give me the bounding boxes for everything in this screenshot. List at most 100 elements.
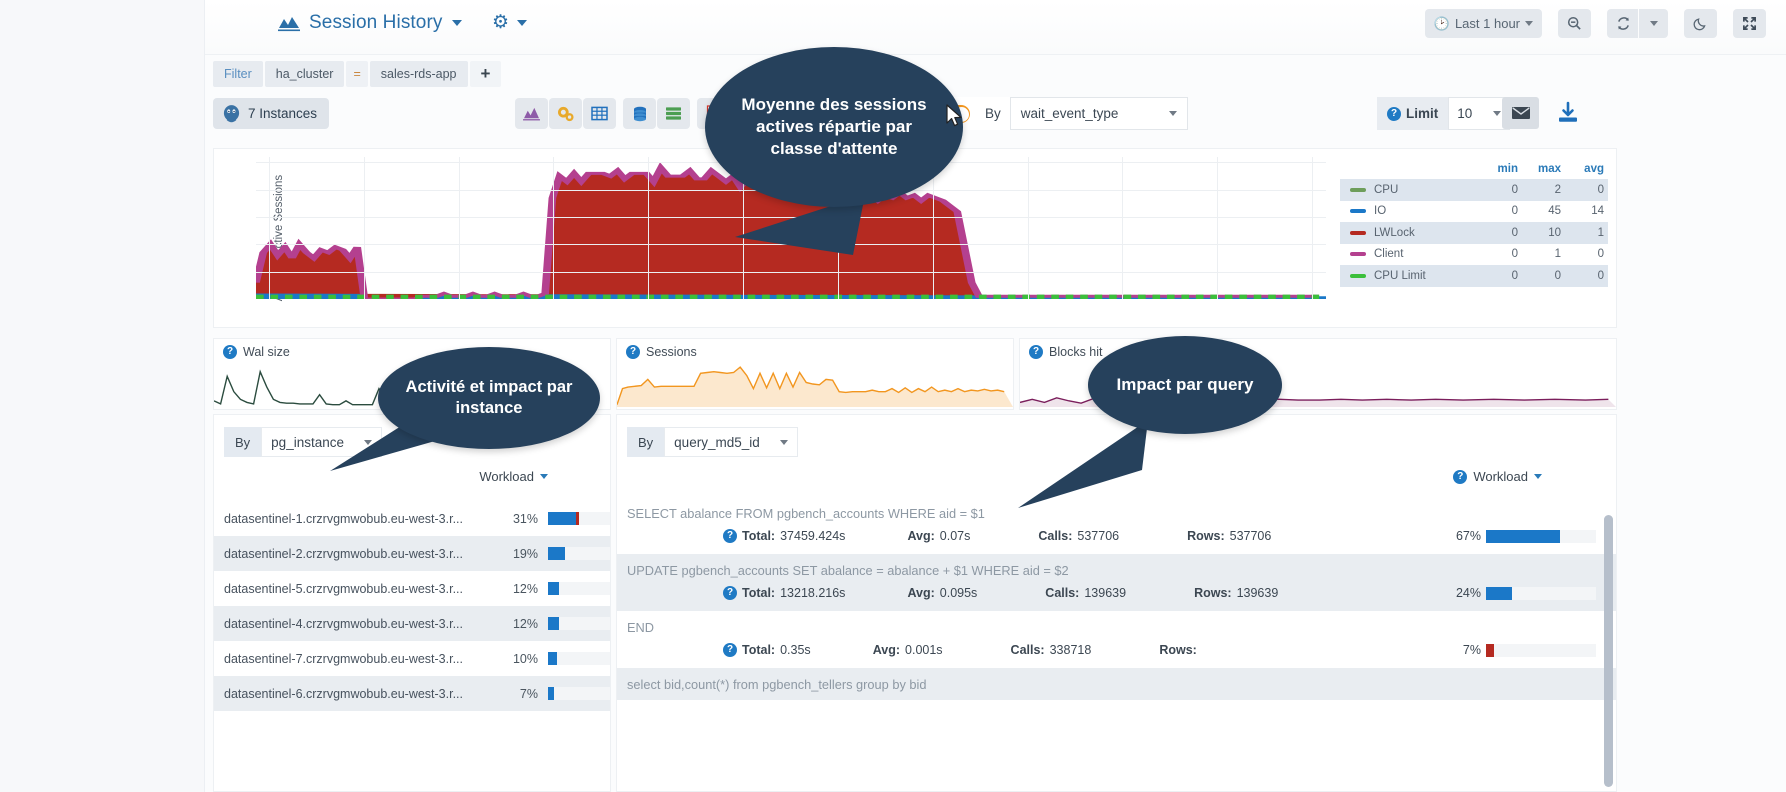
page-title-chevron-down-icon[interactable] — [452, 20, 462, 26]
mini-card-title-group: ? Sessions — [626, 345, 697, 359]
help-icon[interactable]: ? — [1387, 107, 1401, 121]
instance-workload-bar-fill — [548, 547, 565, 560]
instance-row[interactable]: datasentinel-1.crzrvgmwobub.eu-west-3.r.… — [214, 501, 610, 536]
instance-row[interactable]: datasentinel-7.crzrvgmwobub.eu-west-3.r.… — [214, 641, 610, 676]
help-icon[interactable]: ? — [1029, 345, 1043, 359]
instance-workload-bar-fill — [548, 617, 559, 630]
mini-card-title: Wal size — [243, 345, 290, 359]
legend-row[interactable]: CPU020 — [1340, 179, 1608, 201]
time-range-button[interactable]: 🕑 Last 1 hour — [1425, 9, 1542, 38]
instance-workload-bar — [548, 582, 610, 595]
mini-card-sessions[interactable]: ? Sessions — [616, 338, 1014, 410]
instance-percent: 7% — [496, 687, 538, 701]
query-rows-value: 139639 — [1237, 586, 1279, 600]
zoom-out-button[interactable] — [1558, 9, 1591, 38]
time-range-chevron-down-icon — [1525, 21, 1533, 26]
page-title-group[interactable]: Session History — [278, 12, 462, 34]
instance-row[interactable]: datasentinel-4.crzrvgmwobub.eu-west-3.r.… — [214, 606, 610, 641]
instances-workload-header[interactable]: Workload — [479, 469, 548, 484]
database-icon — [632, 106, 648, 122]
download-icon — [1556, 101, 1580, 125]
filter-key-chip[interactable]: ha_cluster — [265, 61, 345, 87]
download-button[interactable] — [1553, 98, 1583, 128]
group-by-select[interactable]: wait_event_type — [1010, 97, 1188, 130]
query-calls-value: 139639 — [1084, 586, 1126, 600]
query-total-value: 13218.216s — [780, 586, 845, 600]
instance-percent: 12% — [496, 582, 538, 596]
dark-mode-button[interactable] — [1684, 9, 1717, 38]
query-group[interactable]: UPDATE pgbench_accounts SET abalance = a… — [617, 554, 1616, 611]
query-workload-bar — [1486, 644, 1596, 657]
legend-row[interactable]: Client010 — [1340, 244, 1608, 266]
help-icon[interactable]: ? — [626, 345, 640, 359]
queries-group-by-value: query_md5_id — [674, 435, 760, 450]
query-total-label: Total: — [742, 529, 775, 543]
toolbar-server-rack-icon-button[interactable] — [657, 98, 690, 129]
postgresql-icon — [222, 104, 241, 123]
filter-operator-chip[interactable]: = — [346, 61, 367, 87]
expand-icon — [1742, 16, 1757, 31]
refresh-interval-button[interactable] — [1639, 9, 1668, 38]
time-range-label: Last 1 hour — [1455, 16, 1520, 31]
limit-select[interactable]: 10 — [1448, 97, 1510, 130]
icon-toolbar: 7 Instances — [205, 95, 1786, 143]
toolbar-table-grid-icon-button[interactable] — [583, 98, 616, 129]
legend-row[interactable]: IO04514 — [1340, 201, 1608, 223]
instance-row[interactable]: datasentinel-6.crzrvgmwobub.eu-west-3.r.… — [214, 676, 610, 711]
instance-workload-bar-fill-secondary — [576, 512, 580, 525]
legend-color-swatch — [1350, 188, 1366, 192]
query-avg-label: Avg: — [907, 586, 934, 600]
query-rows-label: Rows: — [1194, 586, 1232, 600]
title-bar: Session History ⚙ 🕑 Last 1 hour — [205, 0, 1786, 55]
settings-chevron-down-icon[interactable] — [517, 20, 527, 26]
instance-workload-bar-fill — [548, 512, 576, 525]
chart-vertical-gridline — [364, 157, 365, 299]
query-group[interactable]: select bid,count(*) from pgbench_tellers… — [617, 668, 1616, 700]
queries-group-by-control: By query_md5_id — [627, 427, 798, 457]
email-report-button[interactable] — [1502, 97, 1539, 129]
queries-workload-header[interactable]: ? Workload — [1453, 469, 1542, 484]
add-filter-button[interactable]: + — [470, 61, 502, 87]
legend-color-swatch — [1350, 274, 1366, 278]
query-workload-bar-fill — [1486, 644, 1494, 657]
help-icon[interactable]: ? — [723, 529, 737, 543]
queries-scrollbar[interactable] — [1604, 515, 1613, 787]
legend-max-value: 0 — [1518, 270, 1561, 282]
query-avg-value: 0.095s — [940, 586, 978, 600]
legend-row[interactable]: CPU Limit000 — [1340, 265, 1608, 287]
instance-name: datasentinel-5.crzrvgmwobub.eu-west-3.r.… — [214, 582, 496, 596]
query-group[interactable]: END?Total:0.35sAvg:0.001sCalls:338718Row… — [617, 611, 1616, 668]
area-chart-icon — [523, 106, 540, 121]
limit-control: ? Limit 10 — [1377, 97, 1510, 130]
legend-col-avg: avg — [1561, 163, 1604, 175]
refresh-button[interactable] — [1607, 9, 1638, 38]
settings-menu[interactable]: ⚙ — [492, 13, 527, 32]
fullscreen-button[interactable] — [1733, 9, 1766, 38]
mini-card-title: Sessions — [646, 345, 697, 359]
filter-chip-group: Filter ha_cluster = sales-rds-app + — [213, 61, 503, 87]
query-percent: 7% — [1463, 643, 1481, 657]
help-icon[interactable]: ? — [723, 643, 737, 657]
legend-row[interactable]: LWLock0101 — [1340, 222, 1608, 244]
mini-card-title-group: ? Blocks hit — [1029, 345, 1103, 359]
toolbar-area-chart-icon-button[interactable] — [515, 98, 548, 129]
legend-col-min: min — [1475, 163, 1518, 175]
instance-workload-bar — [548, 547, 610, 560]
toolbar-settings-gears-icon-button[interactable] — [549, 98, 582, 129]
filter-value-chip[interactable]: sales-rds-app — [370, 61, 468, 87]
query-workload-bar-fill — [1486, 587, 1512, 600]
help-icon[interactable]: ? — [223, 345, 237, 359]
help-icon[interactable]: ? — [1453, 470, 1467, 484]
instances-button[interactable]: 7 Instances — [213, 98, 329, 129]
legend-min-value: 0 — [1475, 248, 1518, 260]
instance-row[interactable]: datasentinel-2.crzrvgmwobub.eu-west-3.r.… — [214, 536, 610, 571]
query-stats-row: ?Total:0.35sAvg:0.001sCalls:338718Rows:7… — [617, 643, 1616, 668]
callout-active-sessions: Moyenne des sessions actives répartie pa… — [705, 47, 963, 207]
sessions-sparkline — [617, 361, 1013, 407]
instance-percent: 12% — [496, 617, 538, 631]
instance-row[interactable]: datasentinel-5.crzrvgmwobub.eu-west-3.r.… — [214, 571, 610, 606]
gear-icon[interactable]: ⚙ — [492, 13, 509, 32]
toolbar-database-icon-button[interactable] — [623, 98, 656, 129]
help-icon[interactable]: ? — [723, 586, 737, 600]
queries-group-by-select[interactable]: query_md5_id — [664, 427, 798, 457]
